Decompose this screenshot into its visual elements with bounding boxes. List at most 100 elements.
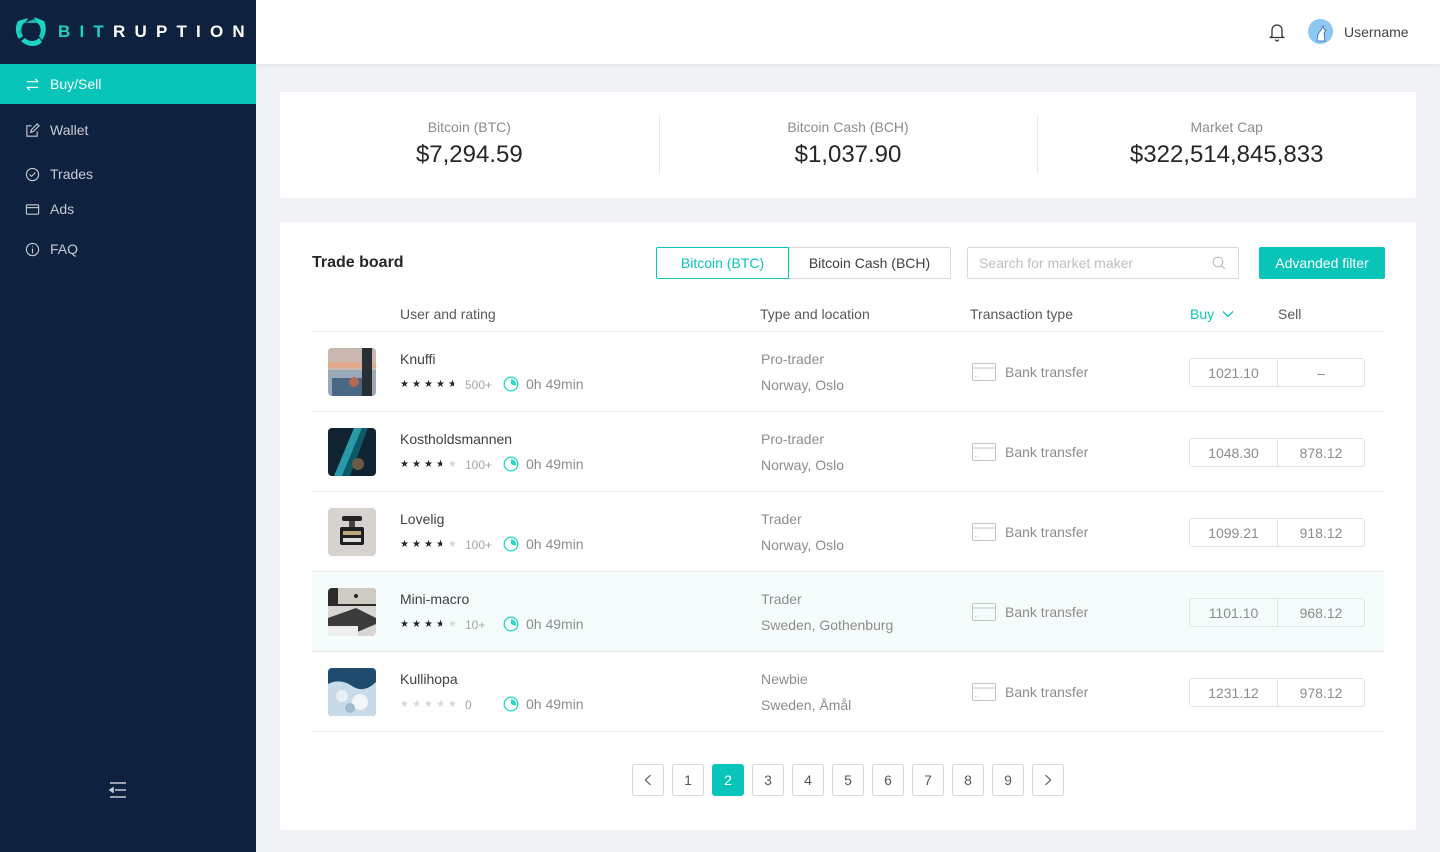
- rating-count: 0: [465, 698, 472, 712]
- sidebar-item-wallet[interactable]: Wallet: [0, 110, 256, 150]
- market-stats: Bitcoin (BTC) $7,294.59 Bitcoin Cash (BC…: [280, 92, 1416, 198]
- table-row[interactable]: Knuffi ★ ★ ★ ★ ★ 500+ 0h 49min Pro-trader No…: [312, 332, 1384, 412]
- transaction-method-label: Bank transfer: [1005, 524, 1089, 540]
- credit-card-icon: [972, 603, 996, 621]
- rating-stars: ★ ★ ★ ★ ★: [400, 379, 460, 391]
- credit-card-icon: [972, 443, 996, 461]
- prev-page-button[interactable]: [632, 764, 664, 796]
- response-time-value: 0h 49min: [526, 616, 584, 632]
- username: Username: [1344, 23, 1409, 40]
- chevron-down-icon: [1222, 311, 1234, 318]
- response-time: 0h 49min: [503, 696, 584, 712]
- swap-arrows-icon: [24, 76, 40, 92]
- user-name[interactable]: Kostholdsmannen: [400, 431, 512, 447]
- sell-price[interactable]: 978.12: [1277, 679, 1364, 706]
- trader-type: Pro-trader: [761, 431, 825, 447]
- page-button[interactable]: 5: [832, 764, 864, 796]
- transaction-method: Bank transfer: [972, 363, 1088, 381]
- star-icon: ★: [448, 619, 457, 630]
- column-buy-label: Buy: [1190, 306, 1215, 322]
- response-time-value: 0h 49min: [526, 456, 584, 472]
- star-icon: ★: [412, 619, 421, 630]
- brand-name: BIT RUPTION: [58, 22, 254, 41]
- rating-count: 10+: [465, 618, 486, 632]
- brand-logo[interactable]: BIT RUPTION: [0, 0, 256, 64]
- star-icon: ★: [424, 619, 433, 630]
- page-button[interactable]: 4: [792, 764, 824, 796]
- stat-btc: Bitcoin (BTC) $7,294.59: [280, 116, 659, 174]
- page-button[interactable]: 3: [752, 764, 784, 796]
- user-thumbnail: [328, 588, 376, 636]
- table-row[interactable]: Kostholdsmannen ★ ★ ★ ★ ★ 100+ 0h 49min Pro-…: [312, 412, 1384, 492]
- user-thumbnail: [328, 428, 376, 476]
- table-row[interactable]: Kullihopa ★ ★ ★ ★ ★ 0 0h 49min Newbie Sweden…: [312, 652, 1384, 732]
- user-thumbnail: [328, 508, 376, 556]
- price-box: 1099.21 918.12: [1189, 518, 1365, 547]
- user-menu[interactable]: Username: [1308, 19, 1409, 44]
- sidebar-item-trades[interactable]: Trades: [0, 154, 256, 194]
- search-input[interactable]: [968, 255, 1212, 271]
- tab-bitcoin-btc[interactable]: Bitcoin (BTC): [656, 247, 789, 279]
- price-box: 1101.10 968.12: [1189, 598, 1365, 627]
- user-rating: ★ ★ ★ ★ ★ 0: [400, 698, 503, 712]
- price-box: 1231.12 978.12: [1189, 678, 1365, 707]
- page-button[interactable]: 7: [912, 764, 944, 796]
- page-button[interactable]: 8: [952, 764, 984, 796]
- user-name[interactable]: Kullihopa: [400, 671, 458, 687]
- buy-price[interactable]: 1101.10: [1190, 599, 1277, 626]
- user-rating: ★ ★ ★ ★ ★ 500+: [400, 378, 503, 392]
- star-icon: ★: [448, 379, 460, 391]
- page-button[interactable]: 2: [712, 764, 744, 796]
- user-name[interactable]: Mini-macro: [400, 591, 469, 607]
- advanced-filter-button[interactable]: Advanded filter: [1259, 247, 1385, 279]
- table-header: User and rating Type and location Transa…: [312, 294, 1384, 332]
- page-button[interactable]: 1: [672, 764, 704, 796]
- sell-price[interactable]: –: [1277, 359, 1364, 386]
- sell-price[interactable]: 878.12: [1277, 439, 1364, 466]
- user-name[interactable]: Knuffi: [400, 351, 436, 367]
- buy-price[interactable]: 1021.10: [1190, 359, 1277, 386]
- response-time-value: 0h 49min: [526, 376, 584, 392]
- column-buy-sort[interactable]: Buy: [1190, 306, 1234, 322]
- stat-value: $1,037.90: [794, 141, 902, 168]
- search-box: [967, 247, 1239, 279]
- trader-type: Pro-trader: [761, 351, 825, 367]
- table-row[interactable]: Lovelig ★ ★ ★ ★ ★ 100+ 0h 49min Trader Norwa…: [312, 492, 1384, 572]
- sidebar-item-ads[interactable]: Ads: [0, 189, 256, 229]
- user-rating: ★ ★ ★ ★ ★ 10+: [400, 618, 503, 632]
- sidebar-item-label: FAQ: [50, 241, 79, 257]
- search-icon[interactable]: [1212, 256, 1226, 270]
- column-sell: Sell: [1278, 306, 1302, 322]
- page-button[interactable]: 9: [992, 764, 1024, 796]
- table-row[interactable]: Mini-macro ★ ★ ★ ★ ★ 10+ 0h 49min Trader Swe…: [312, 572, 1384, 652]
- stat-bch: Bitcoin Cash (BCH) $1,037.90: [658, 116, 1038, 174]
- star-icon: ★: [400, 699, 409, 710]
- transaction-method-label: Bank transfer: [1005, 364, 1089, 380]
- buy-price[interactable]: 1231.12: [1190, 679, 1277, 706]
- next-page-button[interactable]: [1032, 764, 1064, 796]
- sidebar-item-faq[interactable]: FAQ: [0, 229, 256, 269]
- star-icon: ★: [412, 459, 421, 470]
- sell-price[interactable]: 918.12: [1277, 519, 1364, 546]
- currency-toggle: Bitcoin (BTC) Bitcoin Cash (BCH): [656, 247, 951, 279]
- credit-card-icon: [24, 201, 40, 217]
- sidebar-item-buy-sell[interactable]: Buy/Sell: [0, 64, 256, 104]
- buy-price[interactable]: 1048.30: [1190, 439, 1277, 466]
- star-icon: ★: [424, 379, 433, 390]
- menu-fold-icon[interactable]: [108, 780, 128, 800]
- buy-price[interactable]: 1099.21: [1190, 519, 1277, 546]
- credit-card-icon: [972, 683, 996, 701]
- star-icon: ★: [400, 379, 409, 390]
- trader-type: Newbie: [761, 671, 808, 687]
- page-button[interactable]: 6: [872, 764, 904, 796]
- top-header: Username: [256, 0, 1440, 64]
- user-name[interactable]: Lovelig: [400, 511, 444, 527]
- clock-pie-icon: [503, 376, 519, 392]
- rating-stars: ★ ★ ★ ★ ★: [400, 619, 460, 631]
- clock-pie-icon: [503, 456, 519, 472]
- bell-icon[interactable]: [1268, 22, 1286, 42]
- transaction-method-label: Bank transfer: [1005, 604, 1089, 620]
- star-icon: ★: [400, 539, 409, 550]
- tab-bitcoin-cash-bch[interactable]: Bitcoin Cash (BCH): [789, 247, 951, 279]
- sell-price[interactable]: 968.12: [1277, 599, 1364, 626]
